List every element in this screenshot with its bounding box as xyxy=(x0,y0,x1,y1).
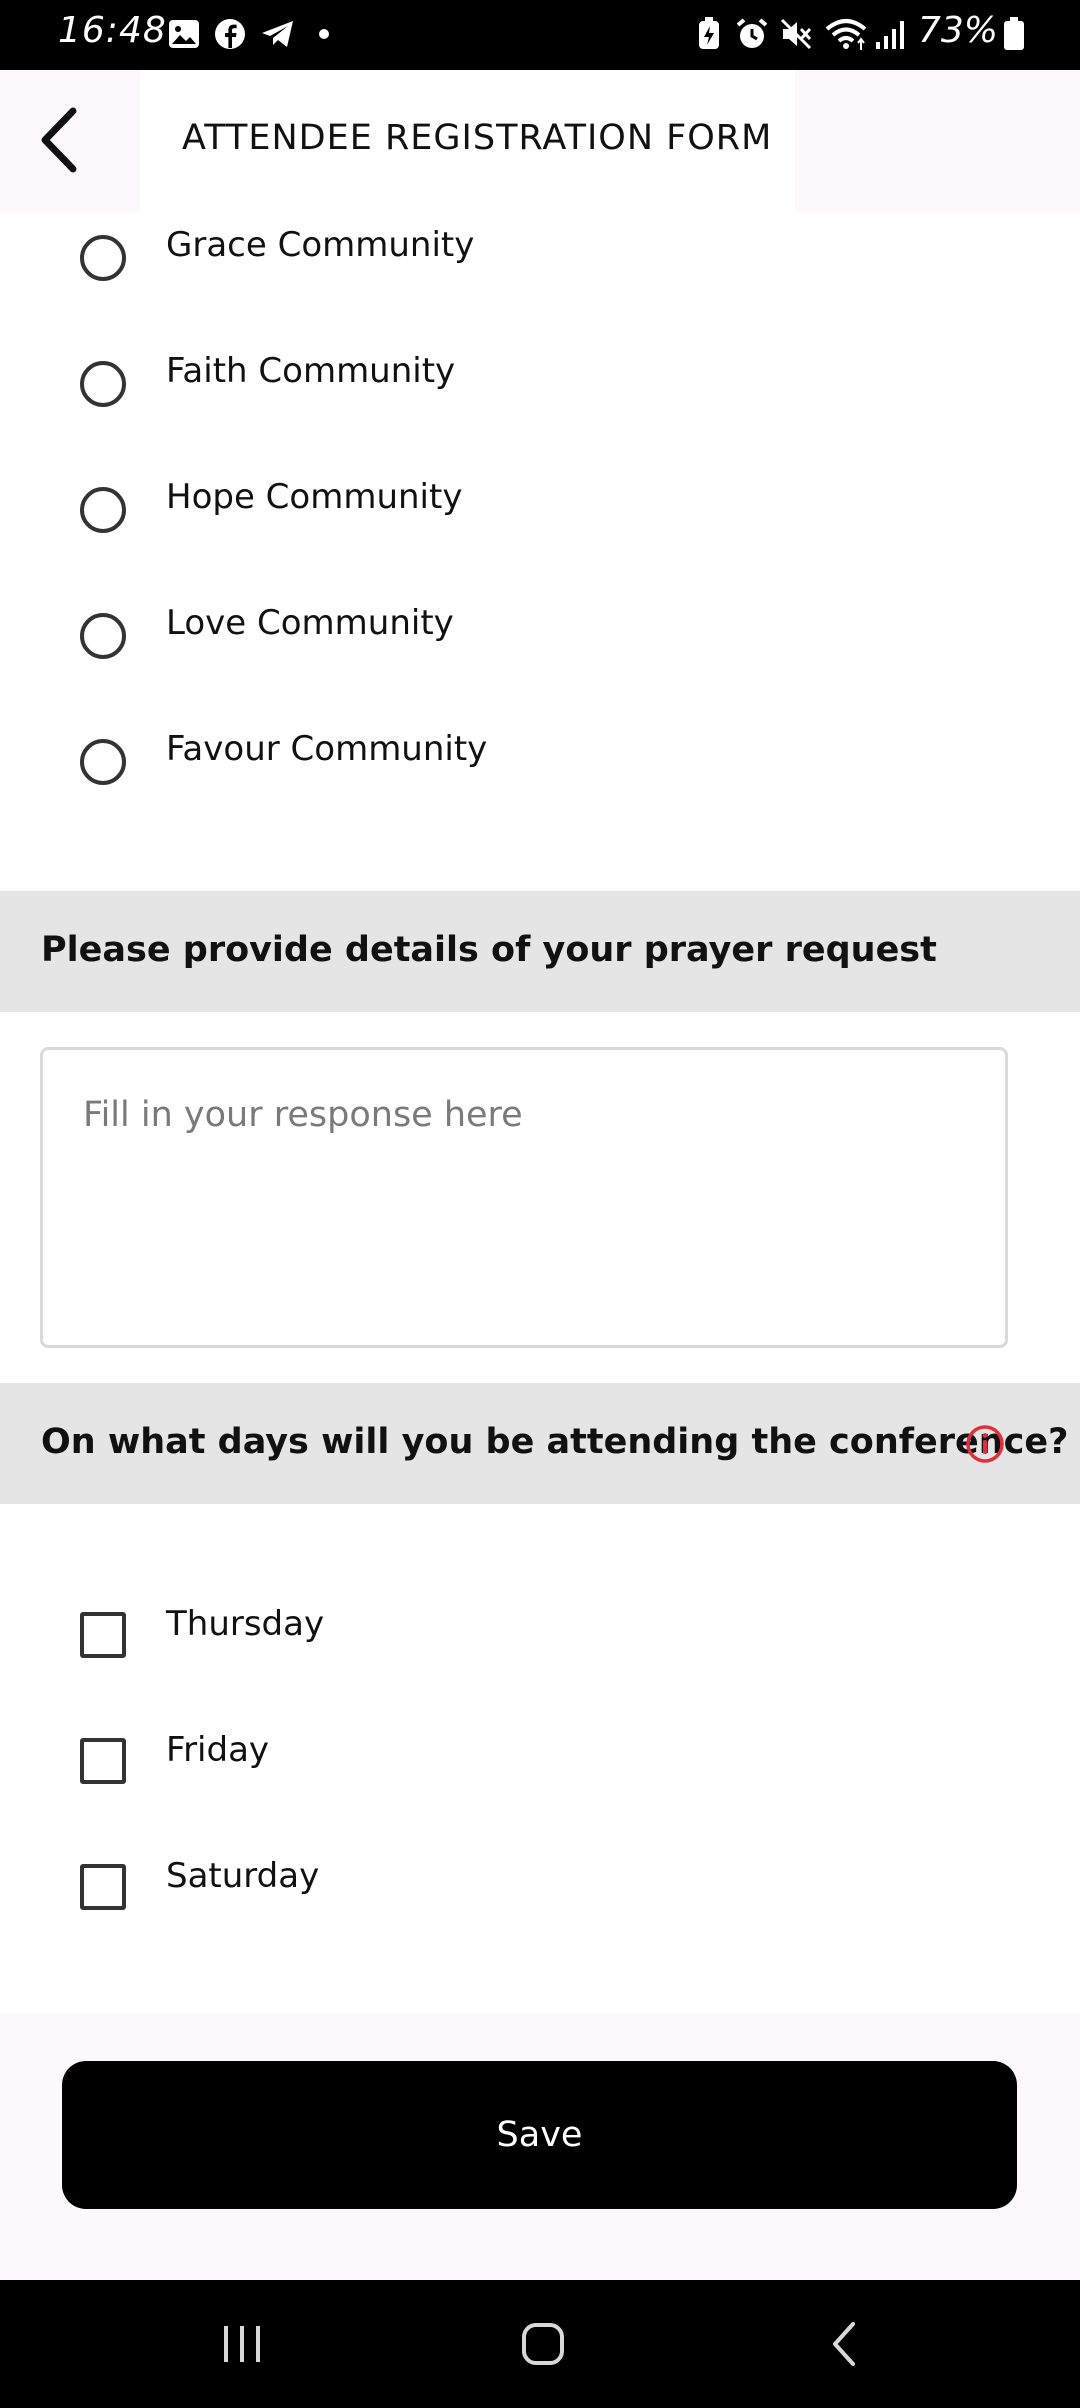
radio-option-label: Love Community xyxy=(166,603,454,643)
radio-option-label: Favour Community xyxy=(166,729,488,769)
chevron-left-icon xyxy=(41,107,77,173)
radio-button[interactable] xyxy=(80,739,126,785)
prayer-request-field[interactable] xyxy=(40,1047,1008,1348)
recent-apps-button[interactable] xyxy=(197,2304,287,2384)
radio-button[interactable] xyxy=(80,235,126,281)
radio-button[interactable] xyxy=(80,613,126,659)
attendance-section-header: On what days will you be attending the c… xyxy=(0,1383,1080,1504)
battery-icon xyxy=(1002,16,1026,52)
radio-option-favour[interactable]: Favour Community xyxy=(0,709,1080,809)
page-title: ATTENDEE REGISTRATION FORM xyxy=(182,118,773,158)
radio-option-faith[interactable]: Faith Community xyxy=(0,331,1080,431)
checkbox-option-label: Friday xyxy=(166,1730,270,1770)
home-button[interactable] xyxy=(498,2304,588,2384)
checkbox-option-label: Saturday xyxy=(166,1856,320,1896)
facebook-icon xyxy=(212,16,248,52)
save-button[interactable]: Save xyxy=(62,2061,1017,2209)
radio-option-hope[interactable]: Hope Community xyxy=(0,457,1080,557)
gallery-icon xyxy=(166,16,202,52)
radio-option-label: Grace Community xyxy=(166,225,475,265)
prayer-request-title: Please provide details of your prayer re… xyxy=(41,930,937,970)
signal-icon xyxy=(872,16,908,52)
radio-option-grace[interactable]: Grace Community xyxy=(0,205,1080,305)
checkbox-option-label: Thursday xyxy=(166,1604,325,1644)
battery-saver-icon xyxy=(694,16,724,52)
back-nav-button[interactable] xyxy=(800,2304,890,2384)
home-icon xyxy=(522,2323,564,2365)
wifi-icon xyxy=(824,16,868,52)
status-bar: 16:48 73% xyxy=(0,0,1080,70)
status-time: 16:48 xyxy=(58,10,167,51)
checkbox-option-saturday[interactable]: Saturday xyxy=(0,1856,1080,1956)
info-icon[interactable] xyxy=(964,1423,1006,1465)
telegram-icon xyxy=(258,16,298,52)
radio-button[interactable] xyxy=(80,487,126,533)
radio-option-label: Faith Community xyxy=(166,351,456,391)
alarm-icon xyxy=(734,16,770,52)
checkbox[interactable] xyxy=(80,1738,126,1784)
dot-icon xyxy=(314,16,334,52)
radio-option-love[interactable]: Love Community xyxy=(0,583,1080,683)
attendance-title: On what days will you be attending the c… xyxy=(41,1422,1069,1462)
navigation-bar xyxy=(0,2280,1080,2408)
radio-button[interactable] xyxy=(80,361,126,407)
back-nav-icon xyxy=(833,2322,855,2366)
checkbox-option-thursday[interactable]: Thursday xyxy=(0,1604,1080,1704)
prayer-request-section-header: Please provide details of your prayer re… xyxy=(0,891,1080,1012)
prayer-request-input[interactable] xyxy=(43,1050,1005,1345)
recent-apps-icon xyxy=(224,2326,260,2362)
checkbox[interactable] xyxy=(80,1864,126,1910)
app-header: ATTENDEE REGISTRATION FORM xyxy=(0,70,1080,212)
checkbox-option-friday[interactable]: Friday xyxy=(0,1730,1080,1830)
mute-icon xyxy=(778,16,814,52)
battery-percentage: 73% xyxy=(918,10,999,51)
radio-option-label: Hope Community xyxy=(166,477,463,517)
back-button[interactable] xyxy=(20,100,100,180)
checkbox[interactable] xyxy=(80,1612,126,1658)
